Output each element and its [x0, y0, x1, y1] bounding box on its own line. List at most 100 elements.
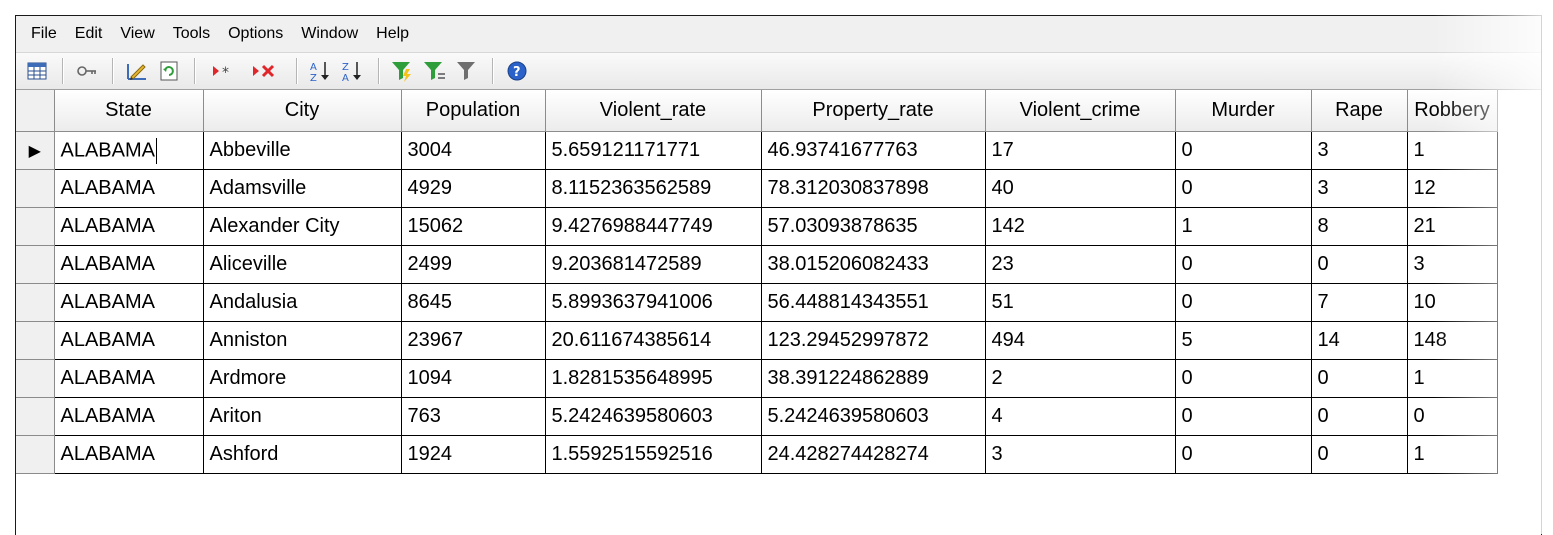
cell-robbery[interactable]: 12 [1407, 169, 1498, 208]
cell-murder[interactable]: 0 [1175, 435, 1312, 474]
cell-state[interactable]: ALABAMA [54, 169, 204, 208]
cell-population[interactable]: 8645 [401, 283, 546, 322]
cell-violent-rate[interactable]: 5.659121171771 [545, 131, 762, 170]
cell-robbery[interactable]: 1 [1407, 435, 1498, 474]
column-header-rape[interactable]: Rape [1311, 90, 1408, 132]
cell-violent-rate[interactable]: 9.203681472589 [545, 245, 762, 284]
cell-violent-crime[interactable]: 2 [985, 359, 1176, 398]
cell-state[interactable]: ALABAMA [54, 245, 204, 284]
cell-rape[interactable]: 8 [1311, 207, 1408, 246]
cell-population[interactable]: 4929 [401, 169, 546, 208]
menu-tools[interactable]: Tools [164, 25, 219, 43]
new-record-icon[interactable]: * [204, 56, 244, 86]
cell-robbery[interactable]: 0 [1407, 397, 1498, 436]
cell-murder[interactable]: 5 [1175, 321, 1312, 360]
cell-robbery[interactable]: 21 [1407, 207, 1498, 246]
cell-population[interactable]: 1924 [401, 435, 546, 474]
cell-property-rate[interactable]: 38.391224862889 [761, 359, 986, 398]
cell-state[interactable]: ALABAMA [54, 131, 204, 170]
cell-murder[interactable]: 0 [1175, 245, 1312, 284]
row-selector[interactable] [16, 359, 55, 398]
cell-violent-rate[interactable]: 5.2424639580603 [545, 397, 762, 436]
primary-key-icon[interactable] [72, 56, 102, 86]
cell-murder[interactable]: 0 [1175, 283, 1312, 322]
custom-filter-icon[interactable] [420, 56, 450, 86]
menu-edit[interactable]: Edit [66, 25, 112, 43]
table-row[interactable]: ALABAMA Andalusia 8645 5.8993637941006 56.44… [16, 283, 1498, 322]
cell-city[interactable]: Ardmore [203, 359, 402, 398]
cell-population[interactable]: 2499 [401, 245, 546, 284]
menu-window[interactable]: Window [292, 25, 367, 43]
cell-property-rate[interactable]: 24.428274428274 [761, 435, 986, 474]
cell-state[interactable]: ALABAMA [54, 359, 204, 398]
cell-violent-crime[interactable]: 3 [985, 435, 1176, 474]
current-row-indicator[interactable]: ▶ [16, 131, 55, 170]
cell-violent-rate[interactable]: 20.611674385614 [545, 321, 762, 360]
cell-state[interactable]: ALABAMA [54, 283, 204, 322]
cell-property-rate[interactable]: 57.03093878635 [761, 207, 986, 246]
cell-city[interactable]: Adamsville [203, 169, 402, 208]
cell-state[interactable]: ALABAMA [54, 397, 204, 436]
row-selector[interactable] [16, 207, 55, 246]
column-header-violent-crime[interactable]: Violent_crime [985, 90, 1176, 132]
cell-rape[interactable]: 3 [1311, 169, 1408, 208]
column-header-property-rate[interactable]: Property_rate [761, 90, 986, 132]
cell-population[interactable]: 23967 [401, 321, 546, 360]
cell-murder[interactable]: 0 [1175, 131, 1312, 170]
cell-violent-crime[interactable]: 51 [985, 283, 1176, 322]
cell-city[interactable]: Anniston [203, 321, 402, 360]
menu-file[interactable]: File [22, 25, 66, 43]
row-selector[interactable] [16, 397, 55, 436]
column-header-murder[interactable]: Murder [1175, 90, 1312, 132]
cell-robbery[interactable]: 1 [1407, 359, 1498, 398]
table-row[interactable]: ALABAMA Alexander City 15062 9.427698844774… [16, 207, 1498, 246]
cell-property-rate[interactable]: 5.2424639580603 [761, 397, 986, 436]
column-header-city[interactable]: City [203, 90, 402, 132]
cell-rape[interactable]: 0 [1311, 397, 1408, 436]
cell-robbery[interactable]: 3 [1407, 245, 1498, 284]
cell-rape[interactable]: 7 [1311, 283, 1408, 322]
table-row[interactable]: ALABAMA Aliceville 2499 9.203681472589 38.01… [16, 245, 1498, 284]
table-row[interactable]: ALABAMA Ariton 763 5.2424639580603 5.2424639… [16, 397, 1498, 436]
cell-violent-crime[interactable]: 4 [985, 397, 1176, 436]
cell-city[interactable]: Alexander City [203, 207, 402, 246]
cell-population[interactable]: 3004 [401, 131, 546, 170]
cell-population[interactable]: 15062 [401, 207, 546, 246]
cell-rape[interactable]: 3 [1311, 131, 1408, 170]
cell-violent-rate[interactable]: 9.4276988447749 [545, 207, 762, 246]
cell-property-rate[interactable]: 123.29452997872 [761, 321, 986, 360]
help-icon[interactable]: ? [502, 56, 532, 86]
menu-view[interactable]: View [111, 25, 163, 43]
table-row[interactable]: ▶ ALABAMA Abbeville 3004 5.659121171771 46.93… [16, 131, 1498, 170]
cell-city[interactable]: Andalusia [203, 283, 402, 322]
form-view-icon[interactable] [22, 56, 52, 86]
filter-wizard-icon[interactable] [388, 56, 418, 86]
cell-rape[interactable]: 0 [1311, 245, 1408, 284]
row-selector-header[interactable] [16, 90, 55, 132]
row-selector[interactable] [16, 321, 55, 360]
cell-robbery[interactable]: 1 [1407, 131, 1498, 170]
cell-violent-crime[interactable]: 142 [985, 207, 1176, 246]
cell-state[interactable]: ALABAMA [54, 207, 204, 246]
cell-property-rate[interactable]: 38.015206082433 [761, 245, 986, 284]
cell-rape[interactable]: 0 [1311, 359, 1408, 398]
cell-state[interactable]: ALABAMA [54, 435, 204, 474]
filter-icon[interactable] [452, 56, 482, 86]
cell-violent-crime[interactable]: 40 [985, 169, 1176, 208]
delete-record-icon[interactable] [246, 56, 286, 86]
edit-query-icon[interactable] [122, 56, 152, 86]
sort-descending-icon[interactable]: ZA [338, 56, 368, 86]
table-row[interactable]: ALABAMA Anniston 23967 20.611674385614 123.2… [16, 321, 1498, 360]
cell-state[interactable]: ALABAMA [54, 321, 204, 360]
cell-city[interactable]: Abbeville [203, 131, 402, 170]
cell-city[interactable]: Ashford [203, 435, 402, 474]
menu-options[interactable]: Options [219, 25, 292, 43]
cell-property-rate[interactable]: 56.448814343551 [761, 283, 986, 322]
cell-property-rate[interactable]: 78.312030837898 [761, 169, 986, 208]
cell-rape[interactable]: 14 [1311, 321, 1408, 360]
column-header-state[interactable]: State [54, 90, 204, 132]
row-selector[interactable] [16, 283, 55, 322]
cell-violent-crime[interactable]: 494 [985, 321, 1176, 360]
cell-violent-crime[interactable]: 17 [985, 131, 1176, 170]
cell-violent-rate[interactable]: 8.1152363562589 [545, 169, 762, 208]
